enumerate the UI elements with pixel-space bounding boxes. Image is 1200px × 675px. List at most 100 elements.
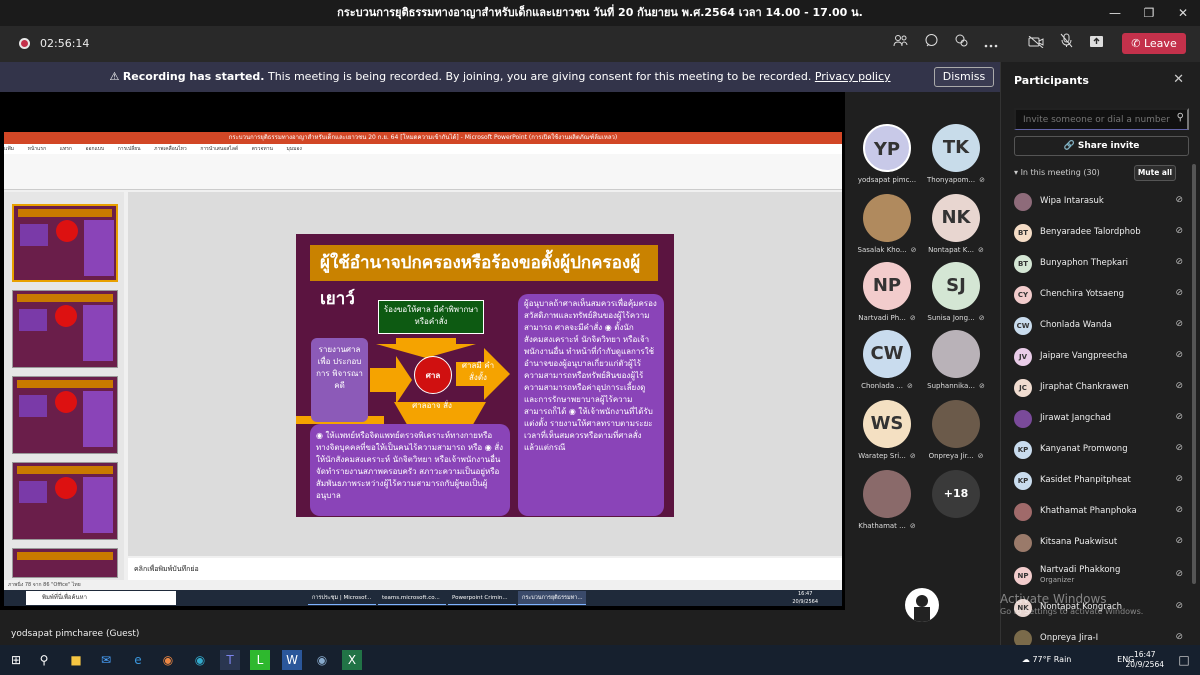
notes-pane[interactable]: คลิกเพื่อพิมพ์บันทึกย่อ — [128, 558, 842, 580]
slide-thumbnail[interactable] — [12, 204, 118, 282]
participant-row[interactable]: NP Nartvadi Phakkong Organizer ⊘ — [1014, 560, 1189, 590]
self-video[interactable] — [905, 588, 939, 622]
ppt-tab[interactable]: แทรก — [60, 146, 72, 152]
taskbar-clock[interactable]: 16:47 20/9/2564 — [1126, 650, 1164, 670]
participant-tile[interactable]: Onpreya Jir... ⊘ — [921, 400, 991, 460]
ppt-tab[interactable]: ภาพเคลื่อนไหว — [154, 146, 187, 152]
maximize-button[interactable]: ❐ — [1132, 0, 1166, 26]
teams-icon[interactable]: T — [220, 650, 240, 670]
participant-row[interactable]: Khathamat Phanphoka ⊘ — [1014, 496, 1189, 526]
participant-tile[interactable]: YP yodsapat pimc... — [852, 124, 922, 184]
recording-banner: ⚠ Recording has started. This meeting is… — [0, 62, 1000, 92]
start-icon[interactable]: ⊞ — [6, 650, 26, 670]
mic-off-icon: ⊘ — [1175, 601, 1183, 611]
mic-off-icon[interactable] — [1054, 33, 1078, 55]
meeting-toolbar — [0, 26, 1200, 62]
avatar: WS — [863, 400, 911, 448]
participant-row[interactable]: KP Kanyanat Promwong ⊘ — [1014, 434, 1189, 464]
participant-tile[interactable]: TK Thonyapom... ⊘ — [921, 124, 991, 184]
scrollbar[interactable] — [1192, 164, 1196, 584]
shared-clock: 16:47 20/9/2564 — [792, 591, 818, 605]
reactions-icon[interactable] — [949, 33, 973, 55]
self-strip — [0, 610, 1000, 645]
share-invite-button[interactable]: 🔗 Share invite — [1014, 136, 1189, 156]
chrome-icon[interactable]: ◉ — [158, 650, 178, 670]
close-icon[interactable]: ✕ — [1173, 72, 1184, 87]
participant-tile[interactable]: Sasalak Kho... ⊘ — [852, 194, 922, 254]
participant-tile[interactable]: WS Waratep Sri... ⊘ — [852, 400, 922, 460]
participant-row[interactable]: CY Chenchira Yotsaeng ⊘ — [1014, 279, 1189, 309]
ppt-tab[interactable]: แฟ้ม — [4, 146, 14, 152]
edge-icon[interactable]: ◉ — [190, 650, 210, 670]
participants-panel: Participants ✕ ⚲ 🔗 Share invite ▾ In thi… — [1000, 62, 1200, 648]
minimize-button[interactable]: — — [1098, 0, 1132, 26]
ppt-tab[interactable]: หน้าแรก — [28, 146, 46, 152]
mic-off-icon: ⊘ — [1175, 474, 1183, 484]
ppt-ribbon-tabs: แฟ้ม หน้าแรก แทรก ออกแบบ การเปลี่ยน ภาพเ… — [4, 144, 842, 154]
camera-off-icon[interactable] — [1024, 33, 1048, 55]
share-icon[interactable] — [1084, 33, 1108, 55]
ppt-tab[interactable]: มุมมอง — [287, 146, 302, 152]
close-window-button[interactable]: ✕ — [1166, 0, 1200, 26]
participant-tile[interactable]: Khathamat ... ⊘ — [852, 470, 922, 530]
tile-name: Thonyapom... — [927, 176, 976, 184]
participant-row[interactable]: Jirawat Jangchad ⊘ — [1014, 403, 1189, 433]
participant-tile[interactable]: CW Chonlada ... ⊘ — [852, 330, 922, 390]
participant-row[interactable]: BT Benyaradee Talordphob ⊘ — [1014, 217, 1189, 247]
notification-icon[interactable]: □ — [1174, 650, 1194, 670]
slide-thumbnail[interactable] — [12, 290, 118, 368]
mail-icon[interactable]: ✉ — [96, 650, 116, 670]
mute-all-button[interactable]: Mute all — [1134, 165, 1176, 181]
participant-row[interactable]: KP Kasidet Phanpitpheat ⊘ — [1014, 465, 1189, 495]
tile-name: Suphannika... — [927, 382, 975, 390]
mic-off-icon: ⊘ — [978, 382, 985, 390]
leave-button[interactable]: ✆ Leave — [1122, 33, 1186, 54]
file-explorer-icon[interactable]: ■ — [66, 650, 86, 670]
slide-court-request: ร้องขอให้ศาล มีคำพิพากษาหรือคำสั่ง — [378, 300, 484, 334]
participant-row[interactable]: BT Bunyaphon Thepkari ⊘ — [1014, 248, 1189, 278]
mic-off-icon: ⊘ — [1175, 412, 1183, 422]
participant-row[interactable]: CW Chonlada Wanda ⊘ — [1014, 310, 1189, 340]
participant-tile[interactable]: Suphannika... ⊘ — [921, 330, 991, 390]
ppt-tab[interactable]: การเปลี่ยน — [118, 146, 141, 152]
participant-row[interactable]: JV Jaipare Vangpreecha ⊘ — [1014, 341, 1189, 371]
mic-off-icon: ⊘ — [978, 246, 984, 254]
ppt-tab[interactable]: การนำเสนอสไลด์ — [200, 146, 238, 152]
privacy-policy-link[interactable]: Privacy policy — [815, 70, 891, 83]
more-participants-tile[interactable]: +18 — [921, 470, 991, 518]
participant-row[interactable]: Wipa Intarasuk ⊘ — [1014, 186, 1189, 216]
mic-off-icon: ⊘ — [1175, 632, 1183, 642]
weather-text[interactable]: 77°F Rain — [1032, 655, 1071, 664]
recording-icon — [19, 38, 30, 49]
avatar-photo — [932, 400, 980, 448]
invite-input[interactable] — [1014, 108, 1189, 130]
tile-name: Onpreya Jir... — [928, 452, 974, 460]
participant-row[interactable]: Kitsana Puakwisut ⊘ — [1014, 527, 1189, 557]
participant-row[interactable]: Onpreya Jira-I ⊘ — [1014, 623, 1189, 648]
slide-thumbnail[interactable] — [12, 462, 118, 540]
line-icon[interactable]: L — [250, 650, 270, 670]
excel-icon[interactable]: X — [342, 650, 362, 670]
participant-tile[interactable]: NK Nontapat K... ⊘ — [921, 194, 991, 254]
tile-name: Sasalak Kho... — [857, 246, 907, 254]
word-icon[interactable]: W — [282, 650, 302, 670]
people-icon[interactable] — [889, 33, 913, 55]
chat-icon[interactable] — [919, 33, 943, 55]
mic-off-icon: ⊘ — [1175, 226, 1183, 236]
ppt-tab[interactable]: ออกแบบ — [86, 146, 105, 152]
chrome-profile-icon[interactable]: ◉ — [312, 650, 332, 670]
slide-thumbnail[interactable] — [12, 376, 118, 454]
avatar: CW — [863, 330, 911, 378]
slide-thumbnail[interactable] — [12, 548, 118, 578]
participant-row[interactable]: JC Jiraphat Chankrawen ⊘ — [1014, 372, 1189, 402]
mic-off-icon: ⊘ — [909, 522, 916, 530]
meeting-timer: 02:56:14 — [40, 37, 90, 50]
in-meeting-header[interactable]: ▾ In this meeting (30) — [1014, 168, 1100, 177]
participant-tile[interactable]: NP Nartvadi Ph... ⊘ — [852, 262, 922, 322]
dismiss-button[interactable]: Dismiss — [934, 67, 994, 87]
ie-icon[interactable]: e — [128, 650, 148, 670]
ppt-tab[interactable]: ตรวจทาน — [252, 146, 273, 152]
more-icon[interactable] — [979, 33, 1003, 55]
search-icon[interactable]: ⚲ — [34, 650, 54, 670]
participant-tile[interactable]: SJ Sunisa Jong... ⊘ — [921, 262, 991, 322]
